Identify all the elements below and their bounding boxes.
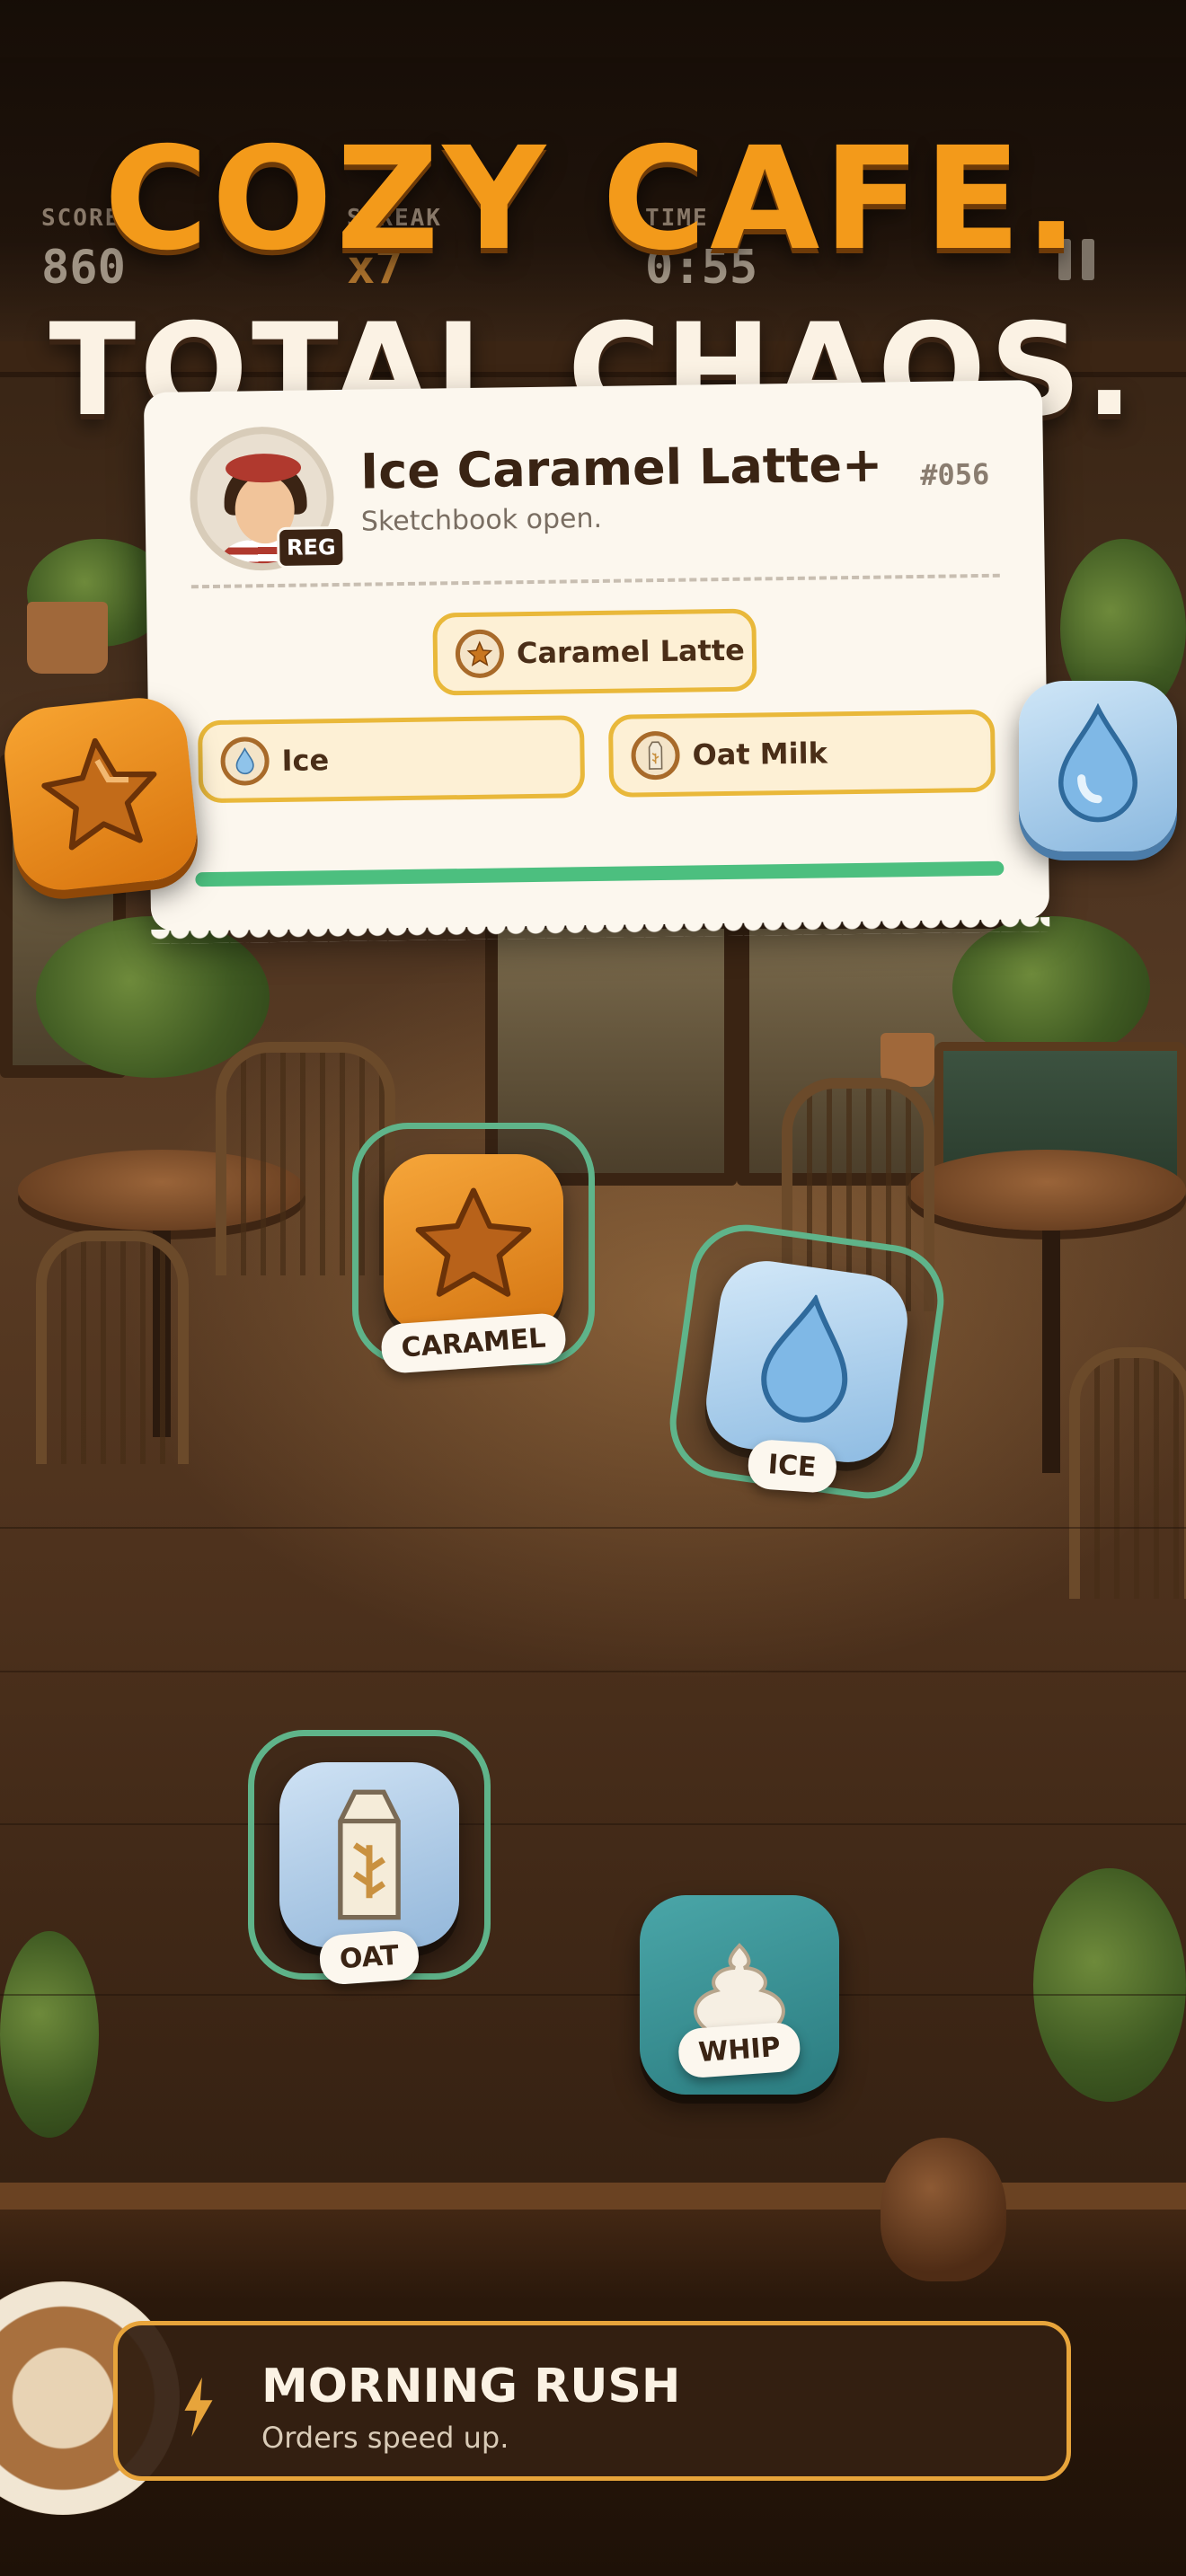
ingredient-chip-ice: Ice [197, 715, 586, 804]
ice-drop-icon [761, 1293, 848, 1423]
wicker-chair [1069, 1347, 1186, 1599]
event-title: MORNING RUSH [261, 2360, 681, 2413]
table-leg [1042, 1231, 1060, 1473]
ingredient-chip-label: Oat Milk [692, 736, 828, 772]
ingredient-token-label: OAT [318, 1929, 420, 1986]
ice-drop-icon [220, 737, 270, 786]
card-divider [190, 573, 1000, 589]
event-subtitle: Orders speed up. [261, 2421, 509, 2455]
base-drink-label: Caramel Latte [516, 632, 746, 671]
oat-milk-carton-icon [338, 1789, 401, 1920]
counter-edge [0, 2183, 1186, 2210]
ingredient-token-ice[interactable]: ICE [662, 1217, 951, 1506]
oat-milk-carton-icon [631, 730, 680, 781]
regular-customer-badge: REG [276, 525, 346, 569]
headline-line-1: COZY CAFE. [103, 117, 1083, 282]
caramel-star-icon[interactable] [0, 693, 202, 895]
ingredient-token-label: ICE [747, 1438, 838, 1495]
ingredient-token-whip[interactable]: WHIP [640, 1895, 839, 2095]
coffee-tamper [881, 2138, 1006, 2281]
ingredient-token-caramel[interactable]: CARAMEL [352, 1123, 595, 1375]
order-subtitle: Sketchbook open. [360, 502, 603, 538]
caramel-star-icon [455, 629, 505, 679]
order-card[interactable]: REG Ice Caramel Latte+ Sketchbook open. … [143, 380, 1050, 944]
ice-drop-icon[interactable] [1019, 681, 1177, 851]
cafe-table [907, 1150, 1186, 1231]
caramel-star-icon [415, 1187, 532, 1297]
potted-plant [1033, 1868, 1186, 2102]
lightning-bolt-icon [184, 2378, 213, 2437]
floor-line [0, 1823, 1186, 1825]
potted-plant [952, 916, 1150, 1060]
order-timer-bar [195, 860, 1005, 887]
order-title: Ice Caramel Latte+ [359, 436, 883, 500]
floor-line [0, 1671, 1186, 1672]
ingredient-token-oat[interactable]: OAT [248, 1730, 491, 1986]
ingredient-token-label: WHIP [677, 2021, 802, 2079]
floor-line [0, 1527, 1186, 1529]
game-screen: SCORE 860 STREAK x7 TIME 0:55 COZY CAFE.… [0, 0, 1186, 2576]
base-drink-chip: Caramel Latte [432, 608, 757, 696]
ingredient-chip-oat-milk: Oat Milk [607, 709, 996, 798]
ingredient-chip-label: Ice [281, 743, 330, 778]
potted-plant [0, 1931, 99, 2138]
order-number: #056 [919, 456, 990, 492]
event-banner: MORNING RUSH Orders speed up. [113, 2321, 1071, 2481]
plant-pot [27, 602, 108, 674]
wicker-chair [36, 1231, 189, 1464]
floor-line [0, 1994, 1186, 1996]
